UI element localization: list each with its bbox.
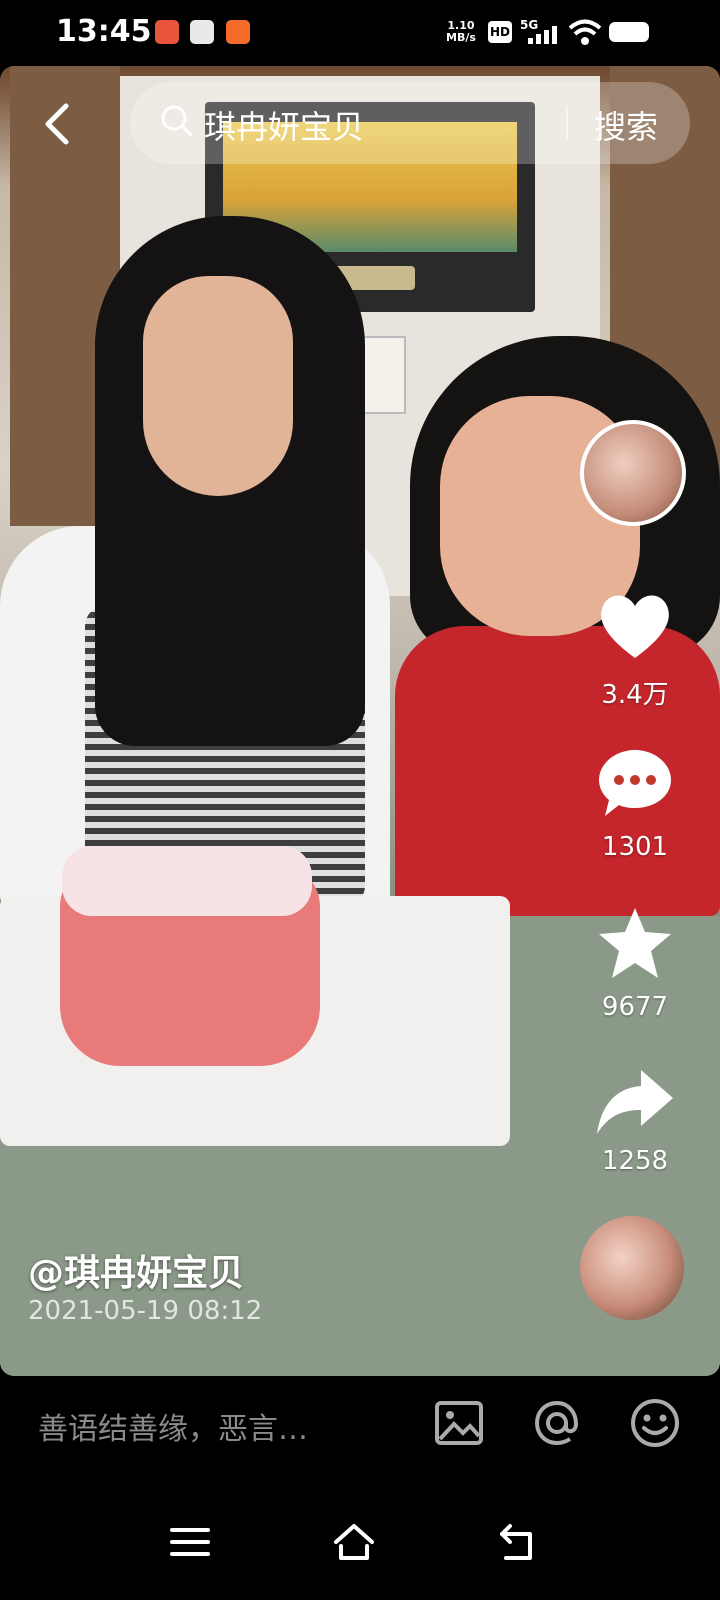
- share-icon[interactable]: [595, 1064, 675, 1144]
- share-count: 1258: [601, 1146, 669, 1176]
- video-player[interactable]: 琪冉妍宝贝 搜索 3.4万 1301 9677 1258 @琪冉妍宝贝 2021…: [0, 66, 720, 1376]
- search-query[interactable]: 琪冉妍宝贝: [204, 102, 364, 148]
- comment-count: 1301: [601, 832, 669, 862]
- battery-icon: [609, 22, 649, 42]
- star-icon[interactable]: [595, 904, 675, 984]
- hd-badge: HD: [488, 21, 512, 43]
- image-icon[interactable]: [432, 1396, 486, 1450]
- notification-app-icon: [155, 20, 179, 44]
- search-icon: [161, 105, 193, 137]
- emoji-icon[interactable]: [628, 1396, 682, 1450]
- status-bar: 13:45 1.10 MB/s HD 5G: [0, 0, 720, 66]
- divider: [566, 106, 568, 140]
- signal-icon: [528, 26, 557, 44]
- home-icon[interactable]: [332, 1520, 376, 1564]
- search-button[interactable]: 搜索: [594, 102, 658, 148]
- music-disc[interactable]: [580, 1216, 684, 1320]
- comment-input[interactable]: 善语结善缘，恶言…: [38, 1404, 308, 1448]
- at-icon[interactable]: [530, 1396, 584, 1450]
- like-count: 3.4万: [601, 680, 669, 710]
- back-icon[interactable]: [496, 1520, 540, 1564]
- wifi-icon: [568, 19, 602, 45]
- menu-icon[interactable]: [168, 1520, 212, 1564]
- creator-avatar[interactable]: [580, 420, 686, 526]
- status-time: 13:45: [56, 14, 152, 49]
- network-speed: 1.10 MB/s: [446, 19, 476, 44]
- heart-icon[interactable]: [595, 586, 675, 666]
- back-arrow-icon[interactable]: [38, 102, 82, 146]
- favorite-count: 9677: [601, 992, 669, 1022]
- notification-message-icon: [190, 20, 214, 44]
- post-date: 2021-05-19 08:12: [28, 1296, 263, 1326]
- comment-icon[interactable]: [595, 744, 675, 824]
- notification-app-icon: [226, 20, 250, 44]
- author-name[interactable]: @琪冉妍宝贝: [28, 1244, 244, 1296]
